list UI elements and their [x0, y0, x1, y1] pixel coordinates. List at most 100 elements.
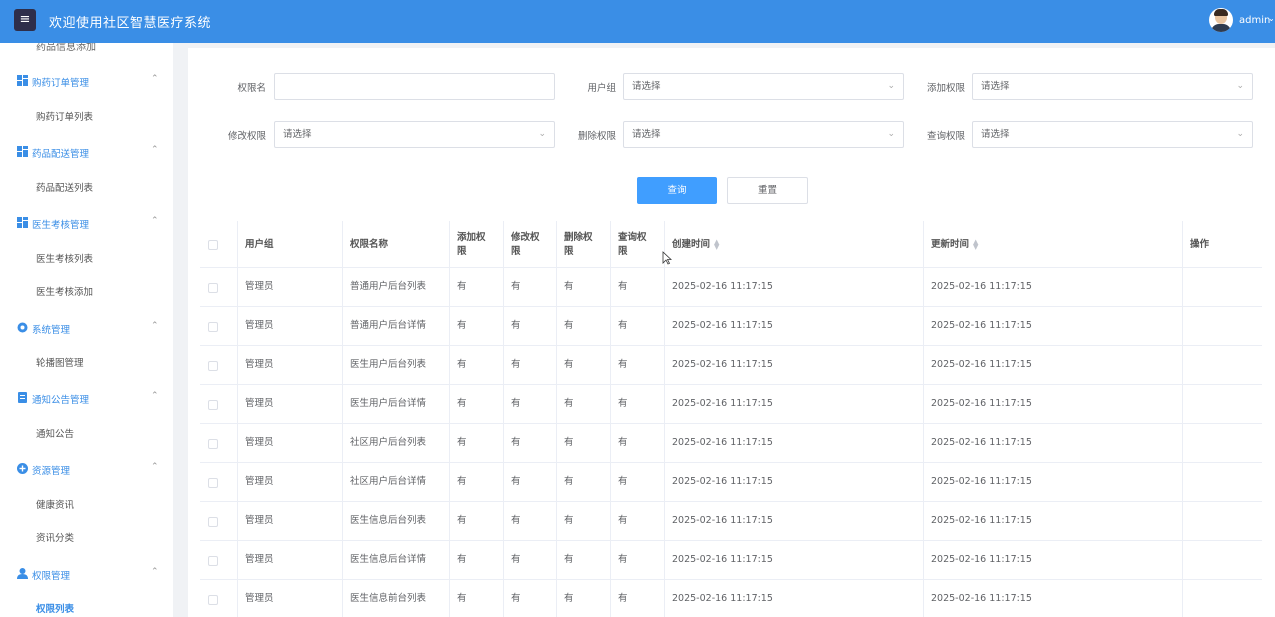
cell-user-group: 管理员: [238, 541, 343, 579]
sidebar-item-notice[interactable]: 通知公告: [36, 426, 74, 440]
cell-perm-name: 普通用户后台列表: [343, 268, 450, 306]
table-row[interactable]: 管理员 医生用户后台列表有有有有 2025-02-16 11:17:15 2025-0…: [200, 346, 1262, 385]
chevron-down-icon: ⌄: [1236, 81, 1244, 91]
delete-perm-select[interactable]: 请选择 ⌄: [623, 121, 904, 148]
cell-created: 2025-02-16 11:17:15: [665, 346, 924, 384]
row-checkbox[interactable]: [208, 517, 218, 527]
cell-edit-perm: 有: [504, 541, 557, 579]
mouse-cursor-icon: [662, 251, 672, 265]
sidebar-group-notice[interactable]: 通知公告管理 ⌃: [0, 388, 173, 408]
query-perm-select[interactable]: 请选择 ⌄: [972, 121, 1253, 148]
table-row[interactable]: 管理员 社区用户后台列表有有有有 2025-02-16 11:17:15 2025-0…: [200, 424, 1262, 463]
cell-edit-perm: 有: [504, 268, 557, 306]
sidebar-group-system[interactable]: 系统管理 ⌃: [0, 318, 173, 338]
cell-user-group: 管理员: [238, 580, 343, 617]
cell-add-perm: 有: [450, 463, 504, 501]
row-select-cell: [200, 541, 238, 579]
sidebar-item-medicine-add[interactable]: 药品信息添加: [36, 43, 96, 53]
sidebar-item-news-category[interactable]: 资讯分类: [36, 530, 74, 544]
cell-perm-name: 医生信息前台列表: [343, 580, 450, 617]
sidebar-item-delivery-list[interactable]: 药品配送列表: [36, 180, 93, 194]
row-checkbox[interactable]: [208, 556, 218, 566]
col-query-perm-label: 查询权限: [618, 231, 647, 257]
sidebar-group-label: 权限管理: [32, 571, 71, 582]
col-updated[interactable]: 更新时间 ▲ ▼: [924, 221, 1183, 268]
row-checkbox[interactable]: [208, 595, 218, 605]
cell-created: 2025-02-16 11:17:15: [665, 268, 924, 306]
cell-edit-perm: 有: [504, 502, 557, 540]
col-perm-name: 权限名称: [343, 221, 450, 268]
table-row[interactable]: 管理员 医生信息后台详情有有有有 2025-02-16 11:17:15 2025-0…: [200, 541, 1262, 580]
sidebar-item-review-list[interactable]: 医生考核列表: [36, 251, 93, 265]
cell-updated: 2025-02-16 11:17:15: [924, 268, 1183, 306]
cell-query-perm: 有: [611, 307, 665, 345]
table-row[interactable]: 管理员 普通用户后台详情有有有有 2025-02-16 11:17:15 2025-0…: [200, 307, 1262, 346]
cell-user-group: 管理员: [238, 385, 343, 423]
cell-created: 2025-02-16 11:17:15: [665, 541, 924, 579]
cell-edit-perm: 有: [504, 424, 557, 462]
sort-icon[interactable]: ▲ ▼: [973, 238, 978, 250]
col-created[interactable]: 创建时间 ▲ ▼: [665, 221, 924, 268]
col-delete-perm: 删除权限: [557, 221, 611, 268]
sidebar-group-orders[interactable]: 购药订单管理 ⌃: [0, 71, 173, 91]
sidebar-item-permission-list[interactable]: 权限列表: [36, 601, 74, 615]
cell-query-perm: 有: [611, 463, 665, 501]
sidebar-group-doctor-review[interactable]: 医生考核管理 ⌃: [0, 213, 173, 233]
perm-name-input[interactable]: [274, 73, 555, 100]
sidebar-group-delivery[interactable]: 药品配送管理 ⌃: [0, 142, 173, 162]
row-checkbox[interactable]: [208, 361, 218, 371]
sidebar-item-carousel[interactable]: 轮播图管理: [36, 355, 84, 369]
table-row[interactable]: 管理员 医生信息前台列表有有有有 2025-02-16 11:17:15 2025-0…: [200, 580, 1262, 617]
table-row[interactable]: 管理员 社区用户后台详情有有有有 2025-02-16 11:17:15 2025-0…: [200, 463, 1262, 502]
cell-add-perm: 有: [450, 580, 504, 617]
user-group-select[interactable]: 请选择 ⌄: [623, 73, 904, 100]
chevron-up-icon: ⌃: [151, 462, 159, 472]
sidebar-item-order-list[interactable]: 购药订单列表: [36, 109, 93, 123]
sidebar-group-label: 系统管理: [32, 325, 71, 336]
query-perm-label: 查询权限: [926, 131, 965, 142]
sidebar-group-permissions[interactable]: 权限管理 ⌃: [0, 564, 173, 584]
col-edit-perm: 修改权限: [504, 221, 557, 268]
sidebar-item-review-add[interactable]: 医生考核添加: [36, 284, 93, 298]
row-select-cell: [200, 463, 238, 501]
cell-updated: 2025-02-16 11:17:15: [924, 541, 1183, 579]
sort-icon[interactable]: ▲ ▼: [714, 238, 719, 250]
cell-delete-perm: 有: [557, 385, 611, 423]
cell-created: 2025-02-16 11:17:15: [665, 424, 924, 462]
cell-delete-perm: 有: [557, 463, 611, 501]
sidebar-item-health-news[interactable]: 健康资讯: [36, 497, 74, 511]
cell-actions: [1183, 463, 1262, 501]
cell-query-perm: 有: [611, 346, 665, 384]
cell-actions: [1183, 580, 1262, 617]
reset-button[interactable]: 重置: [727, 177, 808, 204]
row-checkbox[interactable]: [208, 400, 218, 410]
row-checkbox[interactable]: [208, 322, 218, 332]
table-row[interactable]: 管理员 普通用户后台列表有有有有 2025-02-16 11:17:15 2025-0…: [200, 268, 1262, 307]
select-all-checkbox[interactable]: [208, 240, 218, 250]
sidebar-group-resources[interactable]: 资源管理 ⌃: [0, 459, 173, 479]
cell-user-group: 管理员: [238, 307, 343, 345]
cell-perm-name: 医生用户后台列表: [343, 346, 450, 384]
sidebar-group-label: 资源管理: [32, 466, 71, 477]
add-perm-select[interactable]: 请选择 ⌄: [972, 73, 1253, 100]
table-row[interactable]: 管理员 医生信息后台列表有有有有 2025-02-16 11:17:15 2025-0…: [200, 502, 1262, 541]
grid-icon: [17, 75, 28, 86]
select-all-cell: [200, 221, 238, 268]
row-checkbox[interactable]: [208, 283, 218, 293]
chevron-down-icon[interactable]: ⌄: [1268, 14, 1275, 23]
cell-delete-perm: 有: [557, 502, 611, 540]
query-button[interactable]: 查询: [637, 177, 717, 204]
cell-query-perm: 有: [611, 502, 665, 540]
table-row[interactable]: 管理员 医生用户后台详情有有有有 2025-02-16 11:17:15 2025-0…: [200, 385, 1262, 424]
cell-updated: 2025-02-16 11:17:15: [924, 346, 1183, 384]
avatar[interactable]: [1209, 8, 1233, 32]
chevron-down-icon: ⌄: [887, 129, 895, 139]
edit-perm-select[interactable]: 请选择 ⌄: [274, 121, 555, 148]
cell-created: 2025-02-16 11:17:15: [665, 307, 924, 345]
row-checkbox[interactable]: [208, 439, 218, 449]
cell-add-perm: 有: [450, 268, 504, 306]
menu-toggle-button[interactable]: ≡: [14, 9, 36, 31]
col-add-perm: 添加权限: [450, 221, 504, 268]
row-checkbox[interactable]: [208, 478, 218, 488]
user-name[interactable]: admin: [1239, 15, 1270, 26]
